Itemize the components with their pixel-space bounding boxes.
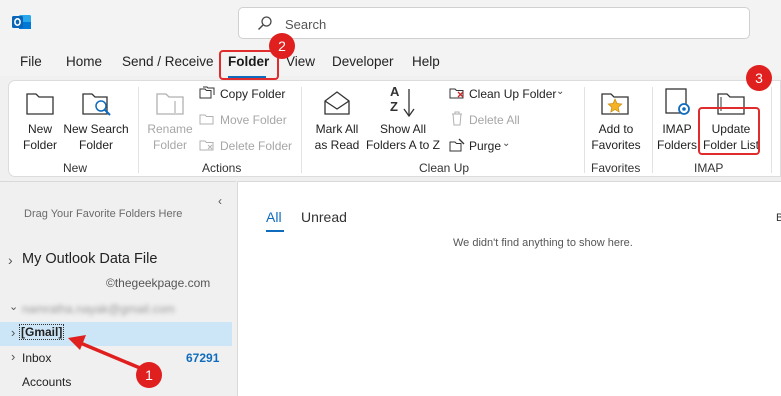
separator (771, 87, 772, 173)
ribbon: New Folder New Search Folder New Rename … (8, 80, 781, 177)
data-file-label: My Outlook Data File (22, 251, 158, 267)
separator (138, 87, 139, 173)
account-email: namratha.nayak@gmail.com (22, 302, 175, 316)
new-folder-label-2: Folder (22, 138, 57, 152)
add-to-favorites-label-1: Add to (598, 122, 634, 136)
mark-all-label-1: Mark All (315, 122, 359, 136)
tab-home[interactable]: Home (66, 54, 102, 69)
title-bar (0, 0, 781, 48)
show-all-label-1: Show All (379, 122, 427, 136)
group-label-imap: IMAP (694, 161, 724, 175)
imap-folders-icon (665, 88, 690, 115)
sort-az-icon: A Z (390, 84, 399, 114)
update-folder-list-highlight (698, 107, 760, 155)
outlook-logo-icon (12, 15, 31, 29)
add-to-favorites-label-2: Favorites (591, 138, 641, 152)
sort-glyph-a: A (390, 84, 400, 99)
tab-send-receive[interactable]: Send / Receive (122, 54, 214, 69)
folder-tab-highlight (219, 50, 279, 80)
new-folder-label-1: New (27, 122, 52, 136)
envelope-open-icon (324, 91, 350, 115)
chevron-right-icon: › (8, 252, 13, 268)
step-badge-1: 1 (136, 362, 162, 388)
new-search-folder-label-2: Folder (78, 138, 113, 152)
watermark-text: ©thegeekpage.com (106, 276, 211, 290)
sort-glyph-z: Z (390, 99, 398, 114)
separator (652, 87, 653, 173)
arrow-down-icon (403, 89, 415, 118)
copy-folder-label: Copy Folder (220, 87, 286, 101)
inbox-unread-count: 67291 (186, 351, 220, 365)
group-label-actions: Actions (202, 161, 242, 175)
clean-up-folder-label: Clean Up Folder (469, 87, 557, 101)
inbox-label: Inbox (22, 351, 52, 365)
step-badge-3: 3 (746, 65, 772, 91)
imap-folders-label-2: Folders (657, 138, 698, 152)
group-label-favorites: Favorites (591, 161, 641, 175)
chevron-down-icon: ⌄ (502, 138, 511, 149)
separator (584, 87, 585, 173)
copy-folder-icon (199, 86, 215, 99)
purge-icon (449, 138, 465, 152)
empty-state-message: We didn't find anything to show here. (453, 237, 633, 249)
menu-bar: File Home Send / Receive Folder View Dev… (0, 48, 781, 76)
sort-menu-edge[interactable]: B (776, 212, 781, 224)
delete-all-label: Delete All (469, 113, 520, 127)
group-label-clean-up: Clean Up (419, 161, 470, 175)
tab-view[interactable]: View (286, 54, 315, 69)
show-all-label-2: Folders A to Z (365, 138, 441, 152)
delete-folder-label: Delete Folder (220, 139, 293, 153)
chevron-down-icon: ⌄ (556, 86, 565, 97)
tab-help[interactable]: Help (412, 54, 440, 69)
message-list-pane: All Unread B We didn't find anything to … (237, 181, 781, 396)
search-icon (258, 16, 272, 30)
collapse-pane-icon[interactable]: ‹ (218, 194, 222, 208)
imap-folders-label-1: IMAP (662, 122, 692, 136)
separator (301, 87, 302, 173)
group-label-new: New (63, 161, 88, 175)
filter-tab-all[interactable]: All (266, 209, 282, 225)
chevron-right-icon: › (11, 325, 16, 340)
rename-folder-label-2: Folder (152, 138, 187, 152)
search-folder-icon (82, 93, 111, 116)
search-box[interactable] (238, 7, 750, 39)
favorite-folder-icon (601, 93, 629, 115)
chevron-down-icon: ⌄ (9, 301, 19, 313)
favorites-hint: Drag Your Favorite Folders Here (24, 208, 183, 220)
rename-folder-icon (156, 93, 184, 115)
tab-developer[interactable]: Developer (332, 54, 394, 69)
gmail-folder-label: [Gmail] (18, 324, 65, 340)
tab-file[interactable]: File (20, 54, 42, 69)
chevron-right-icon: › (11, 349, 16, 364)
trash-icon (452, 111, 462, 126)
step-badge-2: 2 (269, 33, 295, 59)
purge-label: Purge (469, 139, 502, 153)
delete-folder-icon (199, 140, 214, 151)
data-file-node[interactable]: › My Outlook Data File (0, 250, 236, 272)
filter-tab-unread[interactable]: Unread (301, 209, 347, 225)
mark-all-label-2: as Read (314, 138, 360, 152)
clean-up-folder-icon (449, 88, 464, 99)
account-node[interactable]: ⌄ namratha.nayak@gmail.com (0, 300, 236, 320)
active-filter-indicator (266, 230, 284, 232)
new-search-folder-label-1: New Search (63, 122, 129, 136)
move-folder-icon (199, 114, 214, 125)
folder-icon (26, 93, 54, 115)
search-input[interactable] (285, 14, 685, 34)
move-folder-label: Move Folder (220, 113, 287, 127)
rename-folder-label-1: Rename (147, 122, 193, 136)
